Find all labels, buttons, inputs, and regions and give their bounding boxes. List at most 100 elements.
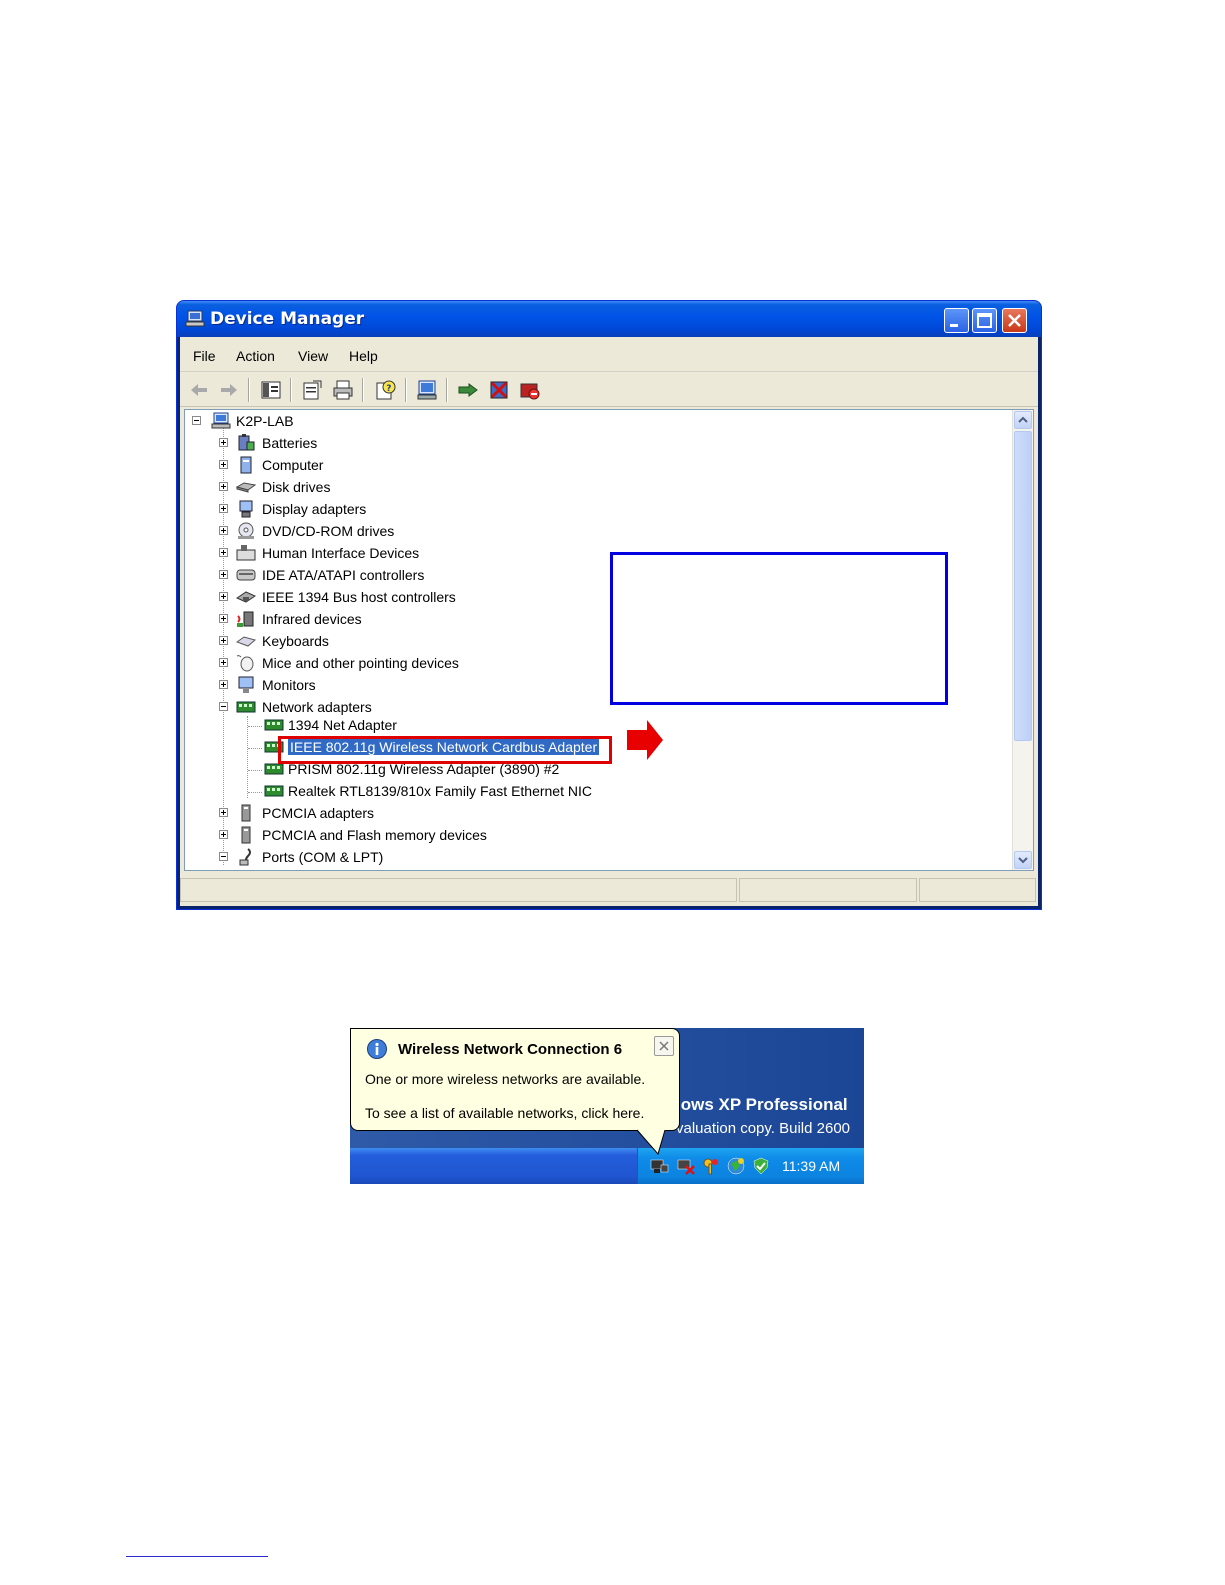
ide-controller-icon [236,569,256,581]
expand-toggle[interactable] [219,438,228,447]
menu-action[interactable]: Action [236,348,275,364]
pcmcia-icon [241,804,251,822]
status-bar [180,875,1038,907]
expand-toggle[interactable] [219,658,228,667]
maximize-button[interactable] [972,308,997,333]
scroll-up-button[interactable] [1014,411,1032,429]
computer-tower-icon [240,456,252,474]
keyboard-icon [236,636,256,647]
update-globe-icon[interactable] [726,1156,746,1176]
expand-toggle[interactable] [219,460,228,469]
vertical-scrollbar[interactable] [1012,410,1033,870]
tree-item-label: Ports (COM & LPT) [262,849,384,865]
tree-item-display-adapters[interactable]: Display adapters [215,500,615,520]
disk-drive-icon [236,482,256,493]
tree-root[interactable]: K2P-LAB [191,412,491,432]
tree-item-batteries[interactable]: Batteries [215,434,615,454]
highlight-box [278,736,612,764]
minimize-button[interactable] [944,308,969,333]
expand-toggle[interactable] [219,504,228,513]
update-driver-icon[interactable] [457,379,479,401]
taskbar-screenshot: lows XP Professional valuation copy. Bui… [350,1028,864,1184]
network-adapter-icon [264,719,284,731]
title-bar[interactable]: Device Manager [177,301,1041,337]
expand-toggle[interactable] [219,680,228,689]
tree-item-label: Batteries [262,435,318,451]
expand-toggle[interactable] [219,570,228,579]
toolbar-separator [248,378,250,402]
collapse-toggle[interactable] [219,702,228,711]
tree-item-infrared[interactable]: Infrared devices [215,610,615,630]
firewire-controller-icon [236,591,256,603]
expand-toggle[interactable] [219,614,228,623]
tree-item-network-adapters[interactable]: Network adapters [215,698,615,718]
tree-item-ieee-1394[interactable]: IEEE 1394 Bus host controllers [215,588,615,608]
balloon-title: Wireless Network Connection 6 [398,1041,623,1058]
network-disconnected-icon[interactable] [676,1156,696,1176]
expand-toggle[interactable] [219,592,228,601]
tree-item-1394-net-adapter[interactable]: 1394 Net Adapter [239,716,659,736]
tree-item-label: DVD/CD-ROM drives [262,523,395,539]
expand-toggle[interactable] [219,482,228,491]
tree-item-label: Network adapters [262,699,372,715]
collapse-toggle[interactable] [219,852,228,861]
print-icon[interactable] [332,379,354,401]
close-button[interactable] [1002,308,1027,333]
tree-item-pcmcia-flash[interactable]: PCMCIA and Flash memory devices [215,826,615,846]
cd-rom-icon [238,522,254,539]
tree-item-ide-ata[interactable]: IDE ATA/ATAPI controllers [215,566,615,586]
maximize-icon [977,313,992,328]
toolbar-separator [290,378,292,402]
scroll-down-button[interactable] [1014,851,1032,869]
expand-toggle[interactable] [219,636,228,645]
tree-root-label: K2P-LAB [236,413,294,429]
menu-help[interactable]: Help [349,348,378,364]
tree-item-computer[interactable]: Computer [215,456,615,476]
properties-icon[interactable] [301,379,323,401]
minimize-icon [950,324,958,327]
tree-item-mice[interactable]: Mice and other pointing devices [215,654,615,674]
expand-toggle[interactable] [219,548,228,557]
callout-box [610,552,948,705]
notification-balloon[interactable]: Wireless Network Connection 6 One or mor… [350,1028,680,1131]
tree-item-keyboards[interactable]: Keyboards [215,632,615,652]
tree-item-label: PCMCIA and Flash memory devices [262,827,487,843]
show-hide-tree-icon[interactable] [260,379,282,401]
uninstall-device-icon[interactable] [519,379,541,401]
security-keys-icon[interactable] [701,1156,721,1176]
tree-item-realtek-nic[interactable]: Realtek RTL8139/810x Family Fast Etherne… [239,782,659,802]
disable-device-icon[interactable] [488,379,510,401]
flash-memory-icon [241,826,251,844]
wireless-network-icon[interactable] [649,1156,669,1176]
tree-item-dvd-cd-rom[interactable]: DVD/CD-ROM drives [215,522,615,542]
help-icon[interactable]: ? [374,379,396,401]
expand-toggle[interactable] [219,808,228,817]
scroll-thumb[interactable] [1014,431,1032,741]
forward-arrow-icon[interactable] [218,379,240,401]
balloon-close-button[interactable] [654,1036,674,1056]
chevron-up-icon [1018,416,1028,423]
menu-file[interactable]: File [193,348,216,364]
back-arrow-icon[interactable] [188,379,210,401]
expand-toggle[interactable] [219,526,228,535]
chevron-down-icon [1018,857,1028,864]
tree-item-human-interface[interactable]: Human Interface Devices [215,544,615,564]
menu-view[interactable]: View [298,348,328,364]
monitor-icon [238,676,254,693]
tree-item-label: Realtek RTL8139/810x Family Fast Etherne… [288,783,592,799]
tree-item-ports[interactable]: Ports (COM & LPT) [215,848,615,868]
infrared-icon [237,611,254,627]
window-title: Device Manager [210,309,365,329]
tree-item-label: IEEE 1394 Bus host controllers [262,589,456,605]
shield-icon[interactable] [751,1156,771,1176]
tree-item-pcmcia-adapters[interactable]: PCMCIA adapters [215,804,615,824]
tree-item-monitors[interactable]: Monitors [215,676,615,696]
scan-hardware-icon[interactable] [416,379,438,401]
red-arrow-icon [627,720,663,760]
balloon-link-text[interactable]: To see a list of available networks, cli… [365,1105,644,1121]
tree-item-disk-drives[interactable]: Disk drives [215,478,615,498]
tree-item-label: IDE ATA/ATAPI controllers [262,567,425,583]
tray-clock[interactable]: 11:39 AM [782,1158,840,1174]
collapse-toggle[interactable] [192,416,201,425]
expand-toggle[interactable] [219,830,228,839]
